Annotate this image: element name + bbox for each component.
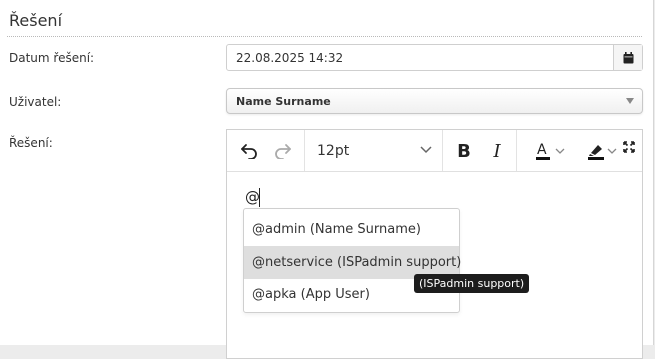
chevron-down-icon: [607, 148, 617, 154]
chevron-down-icon: [555, 148, 565, 154]
text-color-icon: A: [536, 142, 550, 160]
user-label: Uživatel:: [9, 95, 62, 109]
text-caret: [259, 188, 260, 207]
solution-label: Řešení:: [9, 136, 53, 150]
user-select[interactable]: Name Surname: [226, 88, 643, 114]
editor-text: @: [245, 188, 260, 206]
fullscreen-icon: [623, 141, 635, 153]
toolbar-separator: [442, 130, 443, 171]
toolbar-separator: [516, 130, 517, 171]
solution-panel: Řešení Datum řešení: 22.08.2025 14:32 Už…: [0, 0, 654, 359]
italic-button[interactable]: I: [485, 137, 509, 165]
italic-icon: I: [493, 140, 501, 162]
calendar-icon: [623, 51, 633, 63]
chevron-down-icon: [420, 146, 432, 154]
mention-option[interactable]: @admin (Name Surname): [244, 213, 459, 246]
tooltip: (ISPadmin support): [414, 274, 530, 293]
calendar-button[interactable]: [613, 45, 642, 70]
redo-icon: [275, 144, 291, 159]
section-title: Řešení: [9, 11, 63, 30]
undo-button[interactable]: [235, 137, 263, 165]
fullscreen-button[interactable]: [623, 138, 637, 153]
highlight-color-button[interactable]: [579, 137, 623, 165]
highlight-icon: [588, 145, 604, 160]
text-color-button[interactable]: A: [527, 137, 571, 165]
font-size-select[interactable]: 12pt: [305, 130, 442, 171]
svg-text:A: A: [537, 142, 547, 158]
date-label: Datum řešení:: [9, 51, 95, 65]
mention-suggestions: @admin (Name Surname) @netservice (ISPad…: [243, 208, 461, 313]
date-field[interactable]: 22.08.2025 14:32: [226, 44, 643, 71]
bold-icon: B: [457, 140, 471, 162]
dropdown-caret-icon: [626, 98, 634, 104]
font-size-value: 12pt: [317, 143, 350, 159]
undo-icon: [241, 144, 257, 159]
user-select-value: Name Surname: [236, 95, 331, 108]
editor-toolbar: 12pt B I A: [227, 130, 642, 172]
section-divider: [7, 36, 642, 37]
redo-button[interactable]: [269, 137, 297, 165]
date-value[interactable]: 22.08.2025 14:32: [236, 51, 343, 65]
bold-button[interactable]: B: [451, 137, 477, 165]
